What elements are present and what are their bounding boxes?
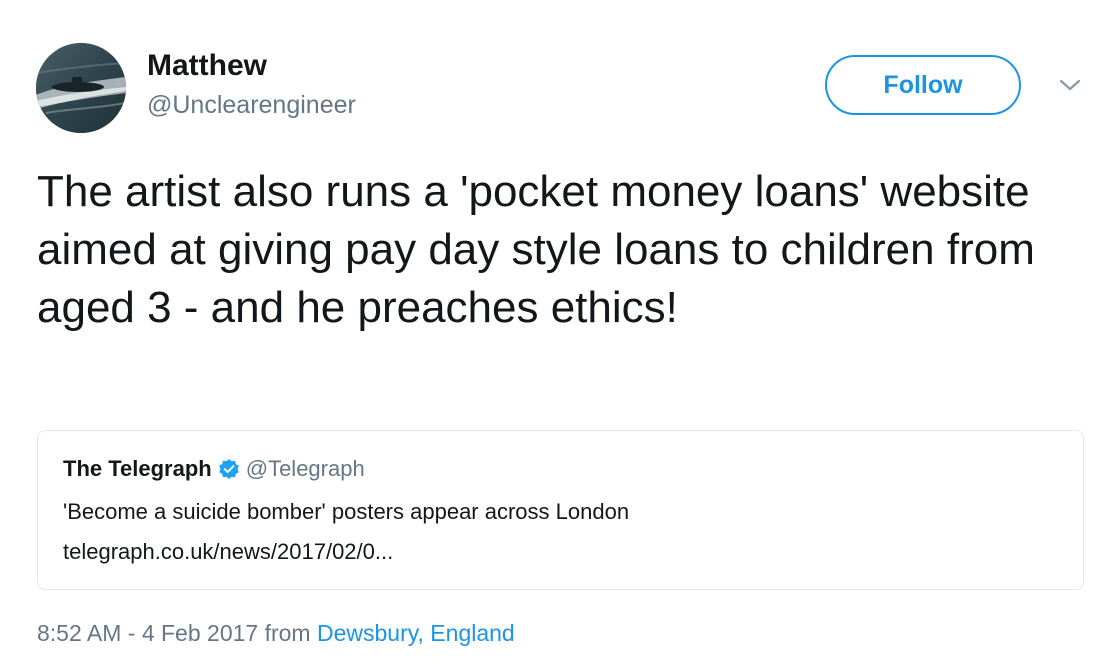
- tweet-text: The artist also runs a 'pocket money loa…: [37, 167, 1035, 332]
- quoted-tweet-text: 'Become a suicide bomber' posters appear…: [63, 499, 630, 524]
- quoted-author-handle: @Telegraph: [245, 456, 365, 481]
- author-display-name[interactable]: Matthew: [147, 47, 267, 85]
- chevron-down-icon[interactable]: [1058, 75, 1082, 95]
- tweet-location-link[interactable]: Dewsbury, England: [317, 620, 515, 646]
- tweet-timestamp[interactable]: 8:52 AM - 4 Feb 2017: [37, 620, 258, 646]
- submarine-avatar-image: [36, 43, 126, 133]
- verified-badge-icon: [218, 458, 240, 480]
- quoted-tweet-card[interactable]: The Telegraph @Telegraph 'Become a suici…: [37, 430, 1084, 590]
- avatar[interactable]: [36, 43, 126, 133]
- tweet-metadata: 8:52 AM - 4 Feb 2017 from Dewsbury, Engl…: [37, 617, 515, 649]
- author-handle[interactable]: @Unclearengineer: [147, 89, 356, 121]
- follow-button[interactable]: Follow: [825, 55, 1021, 115]
- quoted-author-name: The Telegraph: [63, 456, 212, 481]
- quoted-tweet-header: The Telegraph @Telegraph: [63, 456, 365, 482]
- from-label: from: [264, 620, 311, 646]
- quoted-tweet-link[interactable]: telegraph.co.uk/news/2017/02/0...: [63, 537, 393, 567]
